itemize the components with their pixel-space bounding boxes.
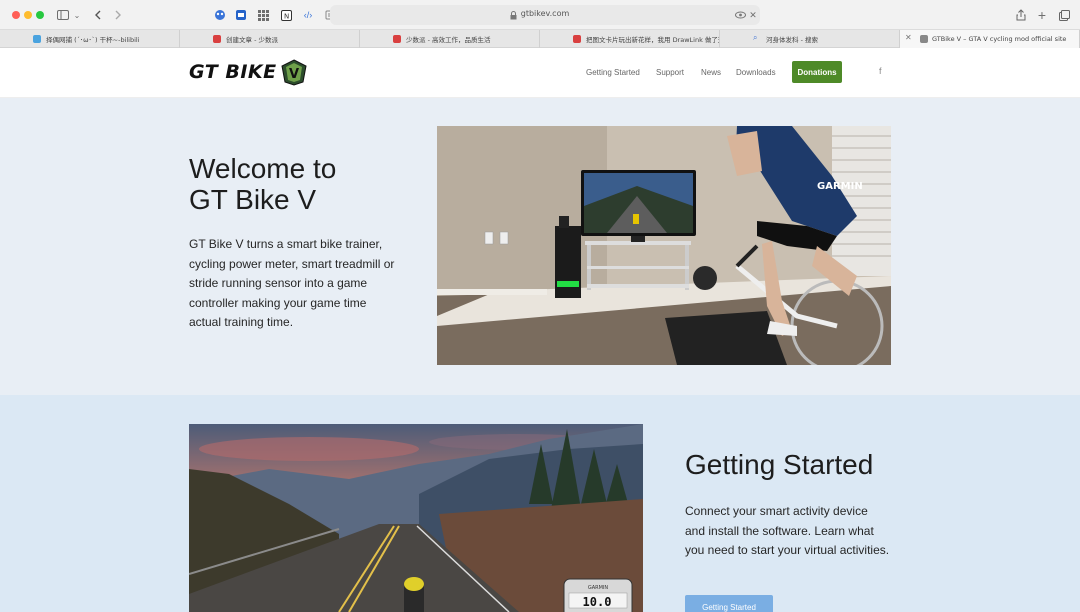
tab-bilibili[interactable]: 择偶网捕 (´･ω･`) 干杯~-bilibili <box>0 30 180 48</box>
tab-gtbikev[interactable]: ✕ GTBike V – GTA V cycling mod official … <box>900 30 1080 48</box>
sspai-favicon-icon <box>573 35 581 43</box>
minimize-window-button[interactable] <box>24 11 32 19</box>
hero-title: Welcome to GT Bike V <box>189 153 409 215</box>
nav-news[interactable]: News <box>701 68 721 77</box>
svg-text:GARMIN: GARMIN <box>817 181 863 192</box>
bilibili-favicon-icon <box>33 35 41 43</box>
tab-create-article[interactable]: 创建文章 - 少数派 <box>180 30 360 48</box>
privacy-report-icon[interactable] <box>734 9 746 21</box>
getting-started-description: Connect your smart activity device and i… <box>685 504 890 557</box>
getting-started-title: Getting Started <box>685 449 874 480</box>
new-tab-icon[interactable]: + <box>1035 7 1049 23</box>
sidebar-icon[interactable] <box>56 7 70 23</box>
share-icon[interactable] <box>1014 7 1028 23</box>
address-bar[interactable]: gtbikev.com ✕ <box>330 5 760 25</box>
nav-downloads[interactable]: Downloads <box>736 68 776 77</box>
tab-bar: 择偶网捕 (´･ω･`) 干杯~-bilibili 创建文章 - 少数派 少数派… <box>0 30 1080 48</box>
site-header: GT BIKE V Getting Started Support News D… <box>0 48 1080 98</box>
hero-title-line1: Welcome to <box>189 153 337 184</box>
tab-label: GTBike V – GTA V cycling mod official si… <box>932 35 1067 43</box>
nav-support[interactable]: Support <box>656 68 684 77</box>
hero-title-line2: GT Bike V <box>189 184 317 215</box>
site-logo[interactable]: GT BIKE V <box>189 58 308 86</box>
notion-icon[interactable]: N <box>279 7 293 23</box>
hero-description: GT Bike V turns a smart bike trainer, cy… <box>189 237 395 329</box>
hero-section: Welcome to GT Bike V GT Bike V turns a s… <box>0 98 1080 395</box>
logo-text: GT BIKE <box>189 61 277 83</box>
zoom-window-button[interactable] <box>36 11 44 19</box>
sspai-favicon-icon <box>393 35 401 43</box>
svg-text:N: N <box>284 12 289 20</box>
tab-label: 创建文章 - 少数派 <box>226 36 278 44</box>
tab-overview-icon[interactable] <box>1057 7 1071 23</box>
nav-getting-started[interactable]: Getting Started <box>586 68 640 77</box>
grid-icon[interactable] <box>256 7 270 23</box>
svg-text:GARMIN: GARMIN <box>588 585 609 591</box>
tab-label: 把图文卡片玩出新花样，我用 DrawLink 做了这些... <box>586 36 719 44</box>
tab-label: 少数派 - 高效工作，品质生活 <box>406 36 491 44</box>
getting-started-button[interactable]: Getting Started <box>685 595 773 612</box>
game-screenshot: GARMIN 10.0 <box>189 424 643 612</box>
donations-button[interactable]: Donations <box>792 61 842 83</box>
extension-mask-icon[interactable] <box>213 7 227 23</box>
url-text: gtbikev.com <box>520 9 570 18</box>
tab-search[interactable]: ⌕ 河身体发科 - 搜索 <box>720 30 900 48</box>
browser-toolbar: ⌄ N ‹/› gtbikev.com ✕ + <box>0 0 1080 30</box>
tab-drawlink-article[interactable]: 把图文卡片玩出新花样，我用 DrawLink 做了这些... <box>540 30 720 48</box>
facebook-icon[interactable]: f <box>879 66 882 76</box>
close-tab-icon[interactable]: ✕ <box>905 33 912 42</box>
getting-started-section: GARMIN 10.0 Getting Started Connect your… <box>0 395 1080 612</box>
code-icon[interactable]: ‹/› <box>301 7 315 23</box>
close-window-button[interactable] <box>12 11 20 19</box>
forward-icon[interactable] <box>112 7 124 23</box>
sspai-favicon-icon <box>213 35 221 43</box>
hero-photo: GARMIN <box>437 126 891 365</box>
gtbike-favicon-icon <box>920 35 928 43</box>
svg-text:V: V <box>289 67 299 82</box>
tab-sspai-home[interactable]: 少数派 - 高效工作，品质生活 <box>360 30 540 48</box>
back-icon[interactable] <box>92 7 104 23</box>
chevron-down-icon[interactable]: ⌄ <box>72 7 82 23</box>
tab-label: 河身体发科 - 搜索 <box>766 36 818 44</box>
search-favicon-icon: ⌕ <box>753 33 758 42</box>
svg-text:10.0: 10.0 <box>583 595 612 609</box>
extension-blue-icon[interactable] <box>234 7 248 23</box>
logo-emblem-icon: V <box>281 59 307 86</box>
tab-label: 择偶网捕 (´･ω･`) 干杯~-bilibili <box>46 36 140 44</box>
close-icon[interactable]: ✕ <box>748 8 758 22</box>
